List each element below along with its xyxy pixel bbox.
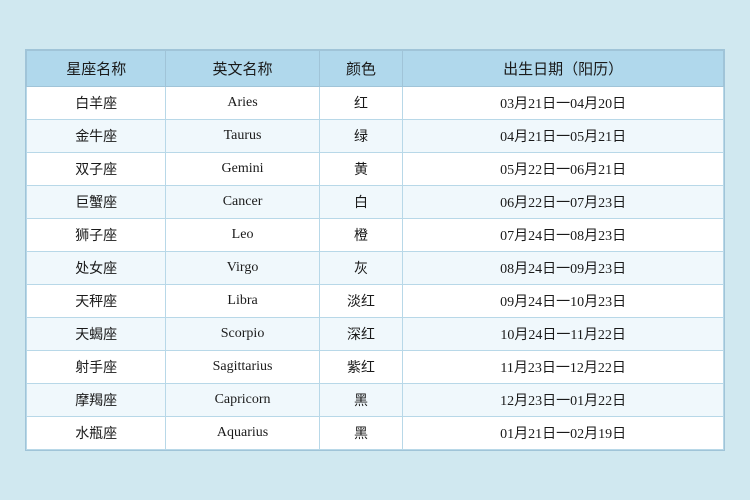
cell-date: 10月24日一11月22日 xyxy=(403,318,724,351)
zodiac-table: 星座名称 英文名称 颜色 出生日期（阳历） 白羊座Aries红03月21日一04… xyxy=(26,50,724,450)
header-color: 颜色 xyxy=(319,51,403,87)
cell-color: 黄 xyxy=(319,153,403,186)
table-row: 摩羯座Capricorn黑12月23日一01月22日 xyxy=(27,384,724,417)
cell-date: 01月21日一02月19日 xyxy=(403,417,724,450)
cell-date: 04月21日一05月21日 xyxy=(403,120,724,153)
cell-color: 紫红 xyxy=(319,351,403,384)
cell-english: Gemini xyxy=(166,153,319,186)
cell-chinese: 狮子座 xyxy=(27,219,166,252)
cell-english: Sagittarius xyxy=(166,351,319,384)
cell-color: 灰 xyxy=(319,252,403,285)
table-row: 射手座Sagittarius紫红11月23日一12月22日 xyxy=(27,351,724,384)
cell-english: Aquarius xyxy=(166,417,319,450)
cell-date: 07月24日一08月23日 xyxy=(403,219,724,252)
cell-date: 11月23日一12月22日 xyxy=(403,351,724,384)
cell-chinese: 天蝎座 xyxy=(27,318,166,351)
cell-chinese: 巨蟹座 xyxy=(27,186,166,219)
table-row: 处女座Virgo灰08月24日一09月23日 xyxy=(27,252,724,285)
cell-chinese: 射手座 xyxy=(27,351,166,384)
cell-date: 08月24日一09月23日 xyxy=(403,252,724,285)
header-chinese: 星座名称 xyxy=(27,51,166,87)
table-body: 白羊座Aries红03月21日一04月20日金牛座Taurus绿04月21日一0… xyxy=(27,87,724,450)
cell-chinese: 处女座 xyxy=(27,252,166,285)
cell-date: 05月22日一06月21日 xyxy=(403,153,724,186)
table-row: 狮子座Leo橙07月24日一08月23日 xyxy=(27,219,724,252)
cell-date: 03月21日一04月20日 xyxy=(403,87,724,120)
cell-english: Taurus xyxy=(166,120,319,153)
table-row: 白羊座Aries红03月21日一04月20日 xyxy=(27,87,724,120)
table-row: 水瓶座Aquarius黑01月21日一02月19日 xyxy=(27,417,724,450)
cell-chinese: 双子座 xyxy=(27,153,166,186)
cell-english: Virgo xyxy=(166,252,319,285)
cell-color: 绿 xyxy=(319,120,403,153)
cell-english: Capricorn xyxy=(166,384,319,417)
cell-chinese: 白羊座 xyxy=(27,87,166,120)
cell-english: Scorpio xyxy=(166,318,319,351)
cell-english: Libra xyxy=(166,285,319,318)
cell-date: 12月23日一01月22日 xyxy=(403,384,724,417)
header-date: 出生日期（阳历） xyxy=(403,51,724,87)
table-header-row: 星座名称 英文名称 颜色 出生日期（阳历） xyxy=(27,51,724,87)
cell-english: Leo xyxy=(166,219,319,252)
cell-color: 橙 xyxy=(319,219,403,252)
cell-chinese: 水瓶座 xyxy=(27,417,166,450)
table-row: 巨蟹座Cancer白06月22日一07月23日 xyxy=(27,186,724,219)
cell-english: Aries xyxy=(166,87,319,120)
cell-english: Cancer xyxy=(166,186,319,219)
cell-chinese: 摩羯座 xyxy=(27,384,166,417)
cell-date: 09月24日一10月23日 xyxy=(403,285,724,318)
table-row: 天秤座Libra淡红09月24日一10月23日 xyxy=(27,285,724,318)
table-row: 金牛座Taurus绿04月21日一05月21日 xyxy=(27,120,724,153)
cell-color: 黑 xyxy=(319,384,403,417)
cell-chinese: 天秤座 xyxy=(27,285,166,318)
header-english: 英文名称 xyxy=(166,51,319,87)
cell-color: 黑 xyxy=(319,417,403,450)
cell-chinese: 金牛座 xyxy=(27,120,166,153)
cell-date: 06月22日一07月23日 xyxy=(403,186,724,219)
table-row: 天蝎座Scorpio深红10月24日一11月22日 xyxy=(27,318,724,351)
cell-color: 淡红 xyxy=(319,285,403,318)
zodiac-table-container: 星座名称 英文名称 颜色 出生日期（阳历） 白羊座Aries红03月21日一04… xyxy=(25,49,725,451)
cell-color: 红 xyxy=(319,87,403,120)
table-row: 双子座Gemini黄05月22日一06月21日 xyxy=(27,153,724,186)
cell-color: 白 xyxy=(319,186,403,219)
cell-color: 深红 xyxy=(319,318,403,351)
